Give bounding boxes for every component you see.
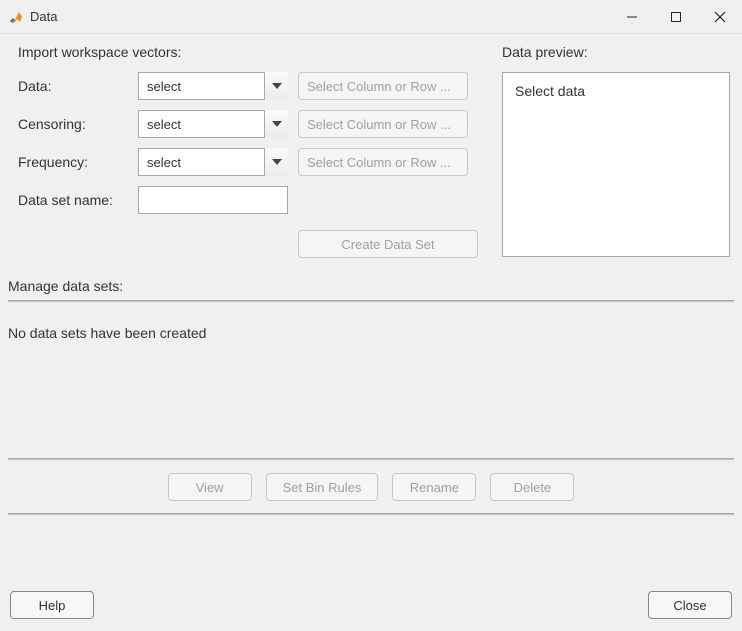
close-button[interactable]: Close — [648, 591, 732, 619]
manage-heading: Manage data sets: — [8, 278, 734, 294]
manage-section: Manage data sets: No data sets have been… — [0, 258, 742, 516]
chevron-down-icon — [264, 148, 288, 176]
create-data-set-button: Create Data Set — [298, 230, 478, 258]
datasets-list: No data sets have been created — [8, 303, 734, 458]
data-row: Data: select Select Column or Row ... — [12, 72, 492, 100]
help-button[interactable]: Help — [10, 591, 94, 619]
frequency-select[interactable]: select — [138, 148, 288, 176]
divider — [8, 513, 734, 516]
close-window-button[interactable] — [698, 0, 742, 34]
view-button: View — [168, 473, 252, 501]
chevron-down-icon — [264, 110, 288, 138]
frequency-select-column-row-button: Select Column or Row ... — [298, 148, 468, 176]
manage-buttons-row: View Set Bin Rules Rename Delete — [8, 461, 734, 513]
data-preview-box: Select data — [502, 72, 730, 257]
rename-button: Rename — [392, 473, 476, 501]
frequency-label: Frequency: — [18, 154, 138, 170]
preview-content: Select data — [515, 83, 585, 99]
chevron-down-icon — [264, 72, 288, 100]
footer: Help Close — [0, 581, 742, 631]
datasets-empty-text: No data sets have been created — [8, 325, 206, 341]
censoring-label: Censoring: — [18, 116, 138, 132]
delete-button: Delete — [490, 473, 574, 501]
censoring-row: Censoring: select Select Column or Row .… — [12, 110, 492, 138]
preview-heading: Data preview: — [502, 44, 730, 60]
data-select[interactable]: select — [138, 72, 288, 100]
minimize-button[interactable] — [610, 0, 654, 34]
matlab-icon — [8, 9, 24, 25]
frequency-row: Frequency: select Select Column or Row .… — [12, 148, 492, 176]
dataset-name-label: Data set name: — [18, 192, 138, 208]
import-heading: Import workspace vectors: — [12, 44, 492, 60]
dialog-content: Import workspace vectors: Data: select S… — [0, 34, 742, 516]
dataset-name-row: Data set name: — [12, 186, 492, 214]
censoring-select[interactable]: select — [138, 110, 288, 138]
dataset-name-input[interactable] — [138, 186, 288, 214]
data-label: Data: — [18, 78, 138, 94]
maximize-button[interactable] — [654, 0, 698, 34]
import-section: Import workspace vectors: Data: select S… — [0, 34, 742, 258]
titlebar: Data — [0, 0, 742, 34]
window-title: Data — [30, 9, 57, 24]
set-bin-rules-button: Set Bin Rules — [266, 473, 379, 501]
create-button-row: Create Data Set — [12, 230, 492, 258]
data-select-column-row-button: Select Column or Row ... — [298, 72, 468, 100]
censoring-select-column-row-button: Select Column or Row ... — [298, 110, 468, 138]
